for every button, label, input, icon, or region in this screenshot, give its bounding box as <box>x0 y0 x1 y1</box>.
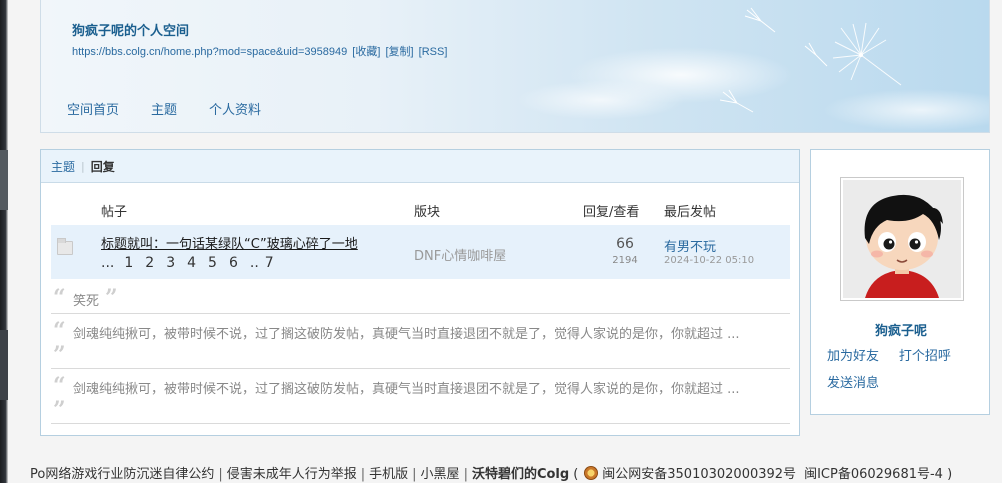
seed-decoration-icon <box>719 89 754 113</box>
page-link[interactable]: 2 <box>145 255 154 271</box>
list-item: “ 剑魂纯纯揪可，被带时候不说，过了搁这破防发帖，真硬气当时直接退团不就是了，觉… <box>51 314 790 369</box>
forum-link[interactable]: DNF心情咖啡屋 <box>414 245 506 264</box>
footer-separator: | <box>412 467 417 482</box>
footer-link-anti-addiction[interactable]: Po网络游戏行业防沉迷自律公约 <box>30 467 214 482</box>
footer-link-blacklist[interactable]: 小黑屋 <box>421 467 460 482</box>
close-quote-icon: ” <box>53 397 66 423</box>
space-header-banner: 狗疯子呢的个人空间 https://bbs.colg.cn/home.php?m… <box>40 0 990 133</box>
last-poster-link[interactable]: 有男不玩 <box>664 236 716 255</box>
tab-replies[interactable]: 回复 <box>91 158 115 175</box>
nav-space-home[interactable]: 空间首页 <box>67 99 119 118</box>
page-ellipsis: .. <box>249 255 259 271</box>
add-friend-link[interactable]: 加为好友 <box>827 345 879 364</box>
profile-sidebar: 狗疯子呢 加为好友 打个招呼 发送消息 <box>810 149 990 415</box>
rss-link[interactable]: [RSS] <box>419 46 448 58</box>
last-post-time: 2024-10-22 05:10 <box>664 255 755 266</box>
thread-title-link[interactable]: 标题就叫：一句话某绿队“C”玻璃心碎了一地 <box>101 233 358 252</box>
send-message-link[interactable]: 发送消息 <box>827 372 879 391</box>
open-quote-icon: “ <box>53 318 66 344</box>
page-link[interactable]: 6 <box>229 255 238 271</box>
open-quote-icon: “ <box>53 285 66 311</box>
table-row: 标题就叫：一句话某绿队“C”玻璃心碎了一地 ... 1 2 3 4 5 6 ..… <box>51 225 790 279</box>
page-link[interactable]: 7 <box>265 255 274 271</box>
view-count: 2194 <box>612 255 638 266</box>
page-link[interactable]: 1 <box>124 255 133 271</box>
footer-link-mobile[interactable]: 手机版 <box>369 467 408 482</box>
thread-pagination: ... 1 2 3 4 5 6 .. 7 <box>101 255 286 271</box>
open-quote-icon: “ <box>53 373 66 399</box>
nav-profile[interactable]: 个人资料 <box>209 99 261 118</box>
page-ellipsis: ... <box>101 255 115 271</box>
replies-panel: 主题 | 回复 帖子 版块 回复/查看 最后发帖 标题就叫：一句话某绿队“C”玻… <box>40 149 800 436</box>
profile-actions: 加为好友 打个招呼 发送消息 <box>827 345 987 399</box>
police-badge-icon <box>584 466 599 480</box>
close-quote-icon: ” <box>53 342 66 368</box>
footer-separator: | <box>360 467 366 482</box>
footer-paren: ( <box>573 467 579 482</box>
reply-count: 66 <box>616 236 634 252</box>
folder-icon <box>57 238 73 255</box>
column-header-replies-views: 回复/查看 <box>583 205 640 220</box>
column-header-last-post: 最后发帖 <box>664 205 717 220</box>
page-link[interactable]: 4 <box>187 255 196 271</box>
space-title[interactable]: 狗疯子呢的个人空间 <box>72 20 189 39</box>
profile-username[interactable]: 狗疯子呢 <box>811 320 991 339</box>
page-link[interactable]: 3 <box>166 255 175 271</box>
avatar[interactable] <box>840 177 964 301</box>
space-url[interactable]: https://bbs.colg.cn/home.php?mod=space&u… <box>72 46 347 58</box>
reply-excerpt-link[interactable]: 剑魂纯纯揪可，被带时候不说，过了搁这破防发帖，真硬气当时直接退团不就是了，觉得人… <box>73 323 740 342</box>
reply-excerpt-link[interactable]: 剑魂纯纯揪可，被带时候不说，过了搁这破防发帖，真硬气当时直接退团不就是了，觉得人… <box>73 378 740 397</box>
footer-separator: | <box>463 467 468 482</box>
tab-bar: 主题 | 回复 <box>41 150 799 183</box>
page-link[interactable]: 5 <box>208 255 217 271</box>
tab-separator: | <box>81 159 85 173</box>
footer-link-report[interactable]: 侵害未成年人行为举报 <box>227 467 357 482</box>
site-footer: Po网络游戏行业防沉迷自律公约 | 侵害未成年人行为举报 | 手机版 | 小黑屋 | 沃特碧们的… <box>30 463 1002 482</box>
favorite-link[interactable]: [收藏] <box>352 46 380 58</box>
space-url-line: https://bbs.colg.cn/home.php?mod=space&u… <box>72 43 447 59</box>
footer-icp-record[interactable]: 闽ICP备06029681号-4 ) <box>804 467 952 482</box>
footer-police-record[interactable]: 闽公网安备35010302000392号 <box>602 467 796 482</box>
column-header-forum: 版块 <box>414 205 441 220</box>
nav-threads[interactable]: 主题 <box>151 99 177 118</box>
seed-decoration-icon <box>804 42 828 67</box>
reply-excerpt-link[interactable]: 笑死 <box>73 290 99 309</box>
space-nav: 空间首页 主题 个人资料 <box>67 99 261 118</box>
cartoon-avatar-icon <box>843 180 961 298</box>
say-hello-link[interactable]: 打个招呼 <box>899 345 951 364</box>
column-header-thread: 帖子 <box>101 205 128 220</box>
footer-separator: | <box>218 467 223 482</box>
list-item: “ 剑魂纯纯揪可，被带时候不说，过了搁这破防发帖，真硬气当时直接退团不就是了，觉… <box>51 369 790 424</box>
footer-brand[interactable]: 沃特碧们的Colg <box>472 467 569 482</box>
page-edge-strip <box>0 0 8 483</box>
tab-threads[interactable]: 主题 <box>51 158 75 175</box>
copy-link[interactable]: [复制] <box>385 46 413 58</box>
page-edge-shade <box>0 330 8 400</box>
seed-decoration-icon <box>744 7 776 33</box>
page-edge-shade <box>0 150 8 210</box>
list-item: “ 笑死 ” <box>51 283 790 314</box>
close-quote-icon: ” <box>105 285 118 311</box>
